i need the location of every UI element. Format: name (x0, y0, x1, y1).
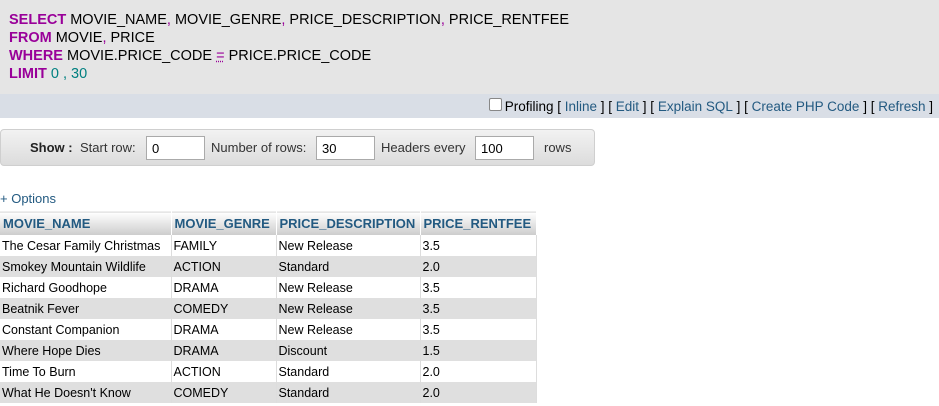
column-header-movie-name[interactable]: MOVIE_NAME (0, 211, 172, 235)
headers-every-input[interactable] (475, 136, 534, 160)
start-row-label: Start row: (80, 140, 136, 155)
show-label: Show : (30, 140, 73, 155)
sql-where-left: MOVIE.PRICE_CODE (62, 48, 217, 64)
table-cell: COMEDY (171, 382, 277, 403)
table-cell: The Cesar Family Christmas (0, 235, 172, 256)
profiling-checkbox[interactable] (488, 98, 502, 111)
table-row[interactable]: What He Doesn't Know COMEDY Standard 2.0 (0, 382, 537, 403)
table-cell: COMEDY (171, 298, 277, 319)
sql-table: MOVIE (51, 30, 103, 46)
query-links-bar: Profiling [ Inline ] [ Edit ] [ Explain … (0, 94, 939, 118)
headers-every-label: Headers every (381, 140, 466, 155)
column-header-price-rentfee[interactable]: PRICE_RENTFEE (420, 211, 537, 235)
create-php-code-link[interactable]: Create PHP Code (752, 99, 860, 114)
table-cell: Where Hope Dies (0, 340, 172, 361)
options-toggle-link[interactable]: + Options (0, 191, 56, 206)
table-row[interactable]: Beatnik Fever COMEDY New Release 3.5 (0, 298, 537, 319)
table-cell: ACTION (171, 361, 277, 382)
table-cell: DRAMA (171, 340, 277, 361)
sql-limit-start: 0 (46, 66, 59, 82)
navigation-show-bar: Show : Start row: Number of rows: Header… (0, 129, 595, 166)
table-cell: Richard Goodhope (0, 277, 172, 298)
bracket: ] [ (859, 98, 879, 114)
table-cell: New Release (276, 235, 421, 256)
table-cell: 2.0 (420, 382, 537, 403)
table-cell: Standard (276, 361, 421, 382)
table-cell: What He Doesn't Know (0, 382, 172, 403)
sql-keyword-where: WHERE (9, 48, 63, 64)
sql-limit-line: LIMIT 0 , 30 (9, 65, 939, 83)
sql-query-box: SELECT MOVIE_NAME, MOVIE_GENRE, PRICE_DE… (0, 0, 939, 94)
sql-select-line: SELECT MOVIE_NAME, MOVIE_GENRE, PRICE_DE… (9, 11, 939, 29)
sql-keyword-select: SELECT (9, 12, 67, 28)
start-row-input[interactable] (146, 136, 205, 160)
table-row[interactable]: Time To Burn ACTION Standard 2.0 (0, 361, 537, 382)
sql-column: PRICE_DESCRIPTION (285, 12, 441, 28)
sql-operator: = (216, 48, 225, 64)
table-cell: Constant Companion (0, 319, 172, 340)
table-cell: New Release (276, 298, 421, 319)
table-cell: Standard (276, 256, 421, 277)
rows-label: rows (544, 140, 572, 155)
inline-link[interactable]: Inline (565, 99, 597, 114)
sql-from-line: FROM MOVIE, PRICE (9, 29, 939, 47)
table-row[interactable]: Where Hope Dies DRAMA Discount 1.5 (0, 340, 537, 361)
number-of-rows-label: Number of rows: (211, 140, 307, 155)
bracket: [ (553, 98, 565, 114)
sql-column: PRICE_RENTFEE (444, 12, 569, 28)
table-cell: 2.0 (420, 256, 537, 277)
sql-keyword-from: FROM (9, 30, 52, 46)
table-cell: Beatnik Fever (0, 298, 172, 319)
table-cell: ACTION (171, 256, 277, 277)
bracket: ] (925, 98, 933, 114)
table-cell: DRAMA (171, 277, 277, 298)
table-cell: 3.5 (420, 277, 537, 298)
table-cell: Standard (276, 382, 421, 403)
table-cell: 1.5 (420, 340, 537, 361)
table-row[interactable]: Constant Companion DRAMA New Release 3.5 (0, 319, 537, 340)
table-cell: 3.5 (420, 319, 537, 340)
table-cell: New Release (276, 277, 421, 298)
table-cell: Discount (276, 340, 421, 361)
refresh-link[interactable]: Refresh (878, 99, 925, 114)
results-table: MOVIE_NAME MOVIE_GENRE PRICE_DESCRIPTION… (0, 211, 537, 403)
sql-table: PRICE (106, 30, 155, 46)
edit-link[interactable]: Edit (616, 99, 639, 114)
sql-keyword-limit: LIMIT (9, 66, 47, 82)
table-cell: 3.5 (420, 235, 537, 256)
sql-limit-count: 30 (67, 66, 88, 82)
column-header-price-description[interactable]: PRICE_DESCRIPTION (276, 211, 421, 235)
sql-limit-sep: , (58, 66, 68, 82)
table-cell: FAMILY (171, 235, 277, 256)
table-cell: Smokey Mountain Wildlife (0, 256, 172, 277)
table-header-row: MOVIE_NAME MOVIE_GENRE PRICE_DESCRIPTION… (0, 211, 537, 235)
bracket: ] [ (597, 98, 616, 114)
bracket: ] [ (732, 98, 752, 114)
table-cell: New Release (276, 319, 421, 340)
bracket: ] [ (639, 98, 658, 114)
sql-column: MOVIE_GENRE (170, 12, 282, 28)
table-cell: DRAMA (171, 319, 277, 340)
sql-where-line: WHERE MOVIE.PRICE_CODE = PRICE.PRICE_COD… (9, 47, 939, 65)
table-row[interactable]: Smokey Mountain Wildlife ACTION Standard… (0, 256, 537, 277)
table-cell: 2.0 (420, 361, 537, 382)
column-header-movie-genre[interactable]: MOVIE_GENRE (171, 211, 277, 235)
number-of-rows-input[interactable] (316, 136, 375, 160)
table-cell: Time To Burn (0, 361, 172, 382)
table-cell: 3.5 (420, 298, 537, 319)
explain-sql-link[interactable]: Explain SQL (658, 99, 733, 114)
sql-column: MOVIE_NAME (66, 12, 167, 28)
sql-where-right: PRICE.PRICE_CODE (224, 48, 372, 64)
profiling-label: Profiling (504, 98, 554, 114)
table-row[interactable]: The Cesar Family Christmas FAMILY New Re… (0, 235, 537, 256)
table-row[interactable]: Richard Goodhope DRAMA New Release 3.5 (0, 277, 537, 298)
